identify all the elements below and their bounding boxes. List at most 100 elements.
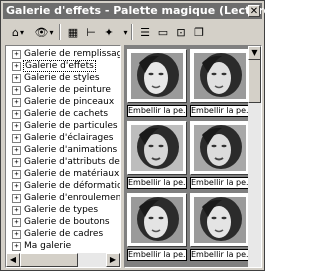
gallery-item-caption: Embellir la pe...: [190, 249, 250, 261]
tree-item[interactable]: +Galerie d'attributs de ma: [8, 156, 120, 168]
title-bar[interactable]: Galerie d'effets - Palette magique (Lect…: [3, 3, 313, 19]
horizontal-scrollbar[interactable]: ◀ ▶: [6, 253, 120, 267]
portrait-thumbnail: [190, 193, 250, 247]
tree-item-label: Ma galerie: [24, 241, 72, 251]
tree-view-icon: ⊢: [86, 25, 96, 39]
tree-item-label: Galerie de types: [24, 205, 99, 215]
view-options-button[interactable]: 👁 ▾: [33, 24, 55, 40]
list-view-button[interactable]: ☰: [137, 24, 153, 40]
tree-item-label: Galerie de remplissages: [24, 49, 120, 59]
gallery-item-caption: Embellir la pe...: [127, 177, 187, 189]
tree-item-label: Galerie de boutons: [24, 217, 110, 227]
expand-icon[interactable]: +: [12, 170, 21, 179]
portrait-thumbnail: [127, 121, 187, 175]
tree-item-selected[interactable]: + Galerie d'effets: [8, 60, 120, 72]
window-title: Galerie d'effets - Palette magique (Lect…: [6, 4, 313, 17]
tree-item-label: Galerie de déformations: [24, 181, 120, 191]
toolbar-overflow[interactable]: ▾: [121, 24, 129, 40]
effects-gallery-window: Galerie d'effets - Palette magique (Lect…: [0, 0, 313, 271]
gallery-item-caption: Embellir la pe...: [127, 105, 187, 117]
gallery-item-caption: Embellir la pe...: [190, 105, 250, 117]
grid-view-button[interactable]: ▦: [65, 24, 81, 40]
gallery-item[interactable]: Embellir la pe...: [190, 49, 250, 117]
scroll-left-button[interactable]: ◀: [6, 253, 20, 267]
tree-item[interactable]: +Galerie de déformations: [8, 180, 120, 192]
expand-icon[interactable]: +: [12, 62, 21, 71]
scroll-thumb[interactable]: [20, 253, 78, 267]
edit-frame-icon: ⊡: [176, 25, 186, 39]
gallery-item[interactable]: Embellir la pe...: [127, 121, 187, 189]
eye-icon: 👁: [34, 25, 49, 39]
expand-icon[interactable]: +: [12, 194, 21, 203]
effects-thumbnail-grid: Embellir la pe... Embellir la pe... Embe…: [124, 45, 262, 268]
wand-button[interactable]: ✦: [101, 24, 117, 40]
expand-icon[interactable]: +: [12, 98, 21, 107]
expand-icon[interactable]: +: [12, 182, 21, 191]
scroll-down-button[interactable]: ▼: [248, 46, 261, 60]
tree-item-label: Galerie de peinture: [24, 85, 111, 95]
gallery-item[interactable]: Embellir la pe...: [190, 193, 250, 261]
expand-icon[interactable]: +: [12, 218, 21, 227]
expand-icon[interactable]: +: [12, 110, 21, 119]
tree-item[interactable]: + Galerie de styles: [8, 72, 120, 84]
chevron-down-icon: ▾: [49, 27, 54, 37]
tree-item[interactable]: + Galerie de boutons: [8, 216, 120, 228]
gallery-item[interactable]: Embellir la pe...: [127, 49, 187, 117]
toolbar-separator: [131, 24, 133, 40]
expand-icon[interactable]: +: [12, 158, 21, 167]
tree-item[interactable]: + Galerie de pinceaux: [8, 96, 120, 108]
chevron-down-icon: ▾: [19, 27, 24, 37]
list-icon: ☰: [140, 25, 150, 39]
expand-icon[interactable]: +: [12, 146, 21, 155]
tree-item[interactable]: + Galerie de particules: [8, 120, 120, 132]
copy-button[interactable]: ❐: [191, 24, 207, 40]
portrait-image: [131, 197, 183, 243]
tree-item-label: Galerie d'effets: [23, 60, 96, 72]
tree-item[interactable]: + Galerie de matériaux: [8, 168, 120, 180]
tree-item[interactable]: + Galerie d'animations: [8, 144, 120, 156]
expand-icon[interactable]: +: [12, 206, 21, 215]
tree-item[interactable]: +Galerie de remplissages: [8, 48, 120, 60]
grid-view-icon: ▦: [67, 25, 79, 39]
expand-icon[interactable]: +: [12, 242, 21, 251]
tree-item-label: Galerie de matériaux: [24, 169, 120, 179]
scroll-right-button[interactable]: ▶: [106, 253, 120, 267]
gallery-item[interactable]: Embellir la pe...: [190, 121, 250, 189]
portrait-image: [194, 197, 246, 243]
gallery-item[interactable]: Embellir la pe...: [127, 193, 187, 261]
tree-item[interactable]: + Galerie de types: [8, 204, 120, 216]
tree-item-label: Galerie d'enroulements: [24, 193, 121, 203]
expand-icon[interactable]: +: [12, 134, 21, 143]
toolbar-separator: [59, 24, 61, 40]
portrait-thumbnail: [127, 193, 187, 247]
tree-list: +Galerie de remplissages +Galerie d'effe…: [8, 48, 121, 252]
tree-item-label: Galerie de cachets: [24, 109, 109, 119]
scroll-thumb[interactable]: [248, 59, 261, 103]
tree-view-button[interactable]: ⊢: [83, 24, 99, 40]
expand-icon[interactable]: +: [12, 86, 21, 95]
portrait-image: [194, 125, 246, 171]
expand-icon[interactable]: +: [12, 122, 21, 131]
toolbar: ⌂ ▾ 👁 ▾ ▦ ⊢ ✦ ▾ ☰ ▭ ⊡ ❐: [3, 21, 262, 43]
single-frame-button[interactable]: ▭: [155, 24, 171, 40]
portrait-thumbnail: [190, 121, 250, 175]
close-button[interactable]: ✕: [248, 5, 260, 17]
tree-item-label: Galerie de styles: [24, 73, 100, 83]
gallery-view-button[interactable]: ⌂ ▾: [7, 24, 29, 40]
tree-item[interactable]: + Galerie de peinture: [8, 84, 120, 96]
gallery-item-caption: Embellir la pe...: [190, 177, 250, 189]
tree-item[interactable]: + Galerie de cachets: [8, 108, 120, 120]
gallery-tree[interactable]: +Galerie de remplissages +Galerie d'effe…: [5, 45, 121, 268]
tree-item[interactable]: + Galerie d'éclairages: [8, 132, 120, 144]
tree-item[interactable]: + Galerie d'enroulements: [8, 192, 121, 204]
tree-item[interactable]: + Galerie de cadres: [8, 228, 120, 240]
vertical-scrollbar[interactable]: ▲ ▼: [248, 46, 261, 267]
edit-frame-button[interactable]: ⊡: [173, 24, 189, 40]
tree-item-label: Galerie d'éclairages: [24, 133, 114, 143]
tree-item[interactable]: + Ma galerie: [8, 240, 120, 252]
expand-icon[interactable]: +: [12, 74, 21, 83]
tree-item-label: Galerie de particules: [24, 121, 118, 131]
expand-icon[interactable]: +: [12, 230, 21, 239]
expand-icon[interactable]: +: [12, 50, 21, 59]
portrait-thumbnail: [190, 49, 250, 103]
